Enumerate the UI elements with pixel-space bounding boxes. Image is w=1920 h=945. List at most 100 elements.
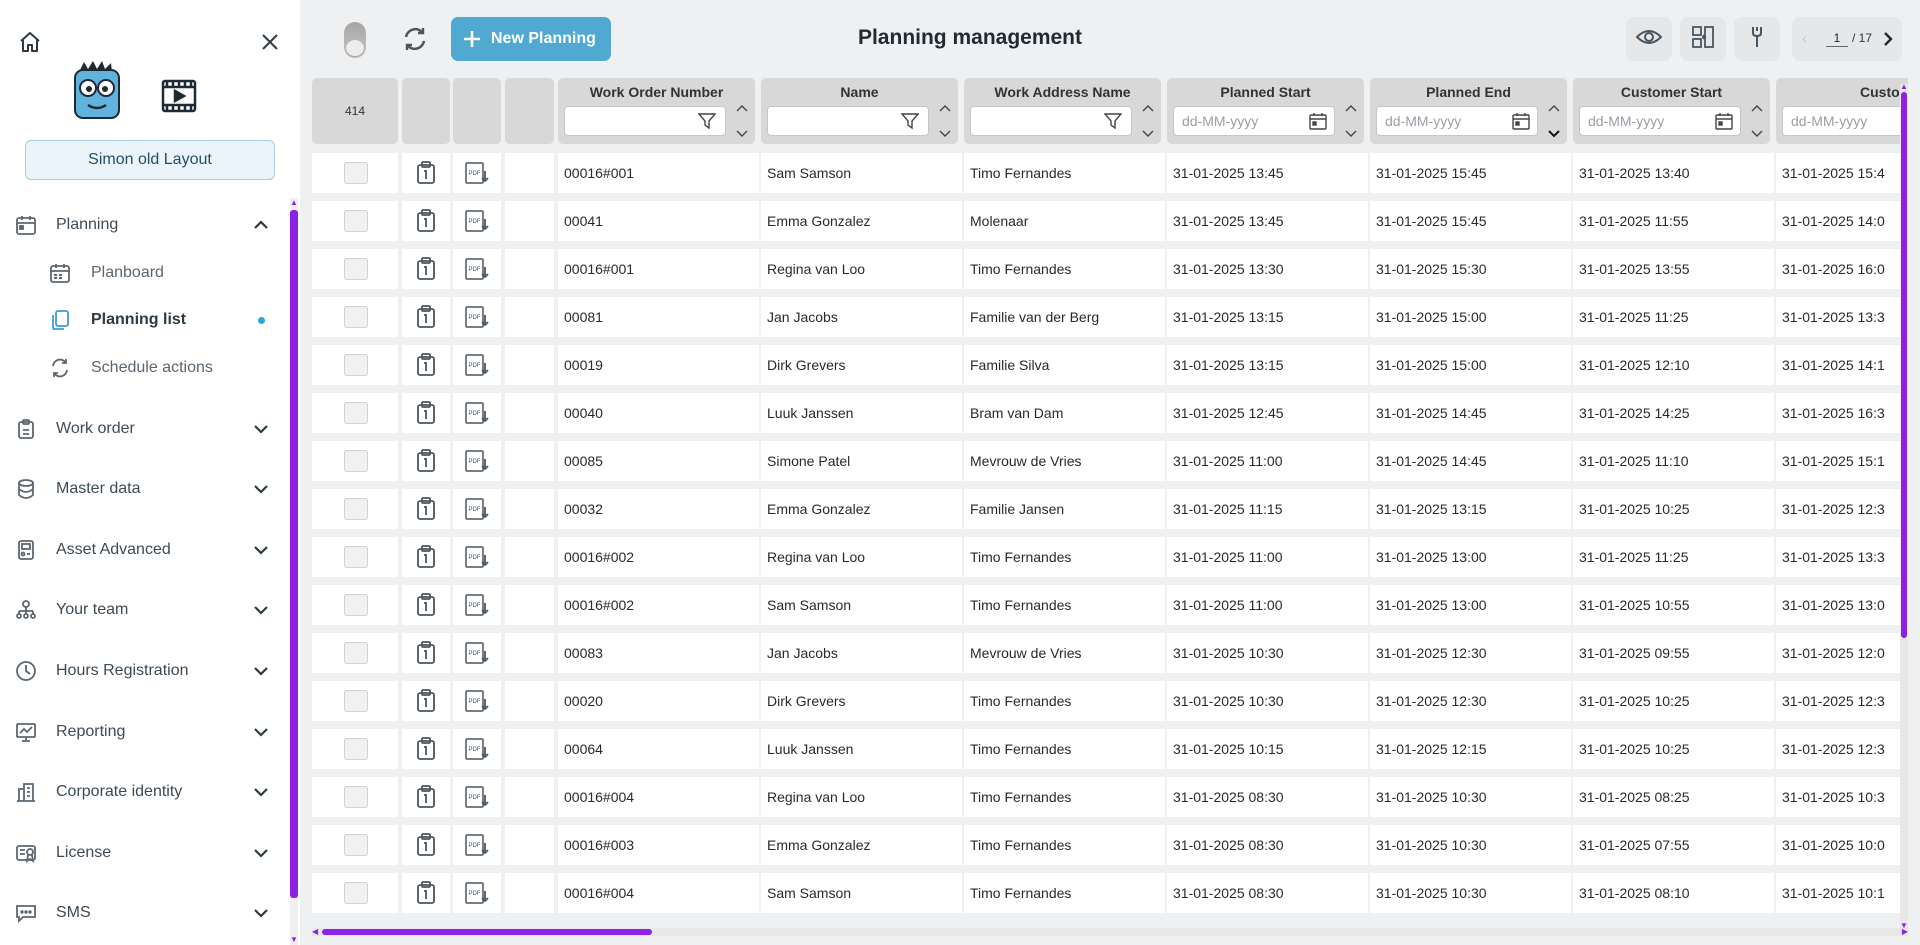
sidebar-item-schedule-actions[interactable]: Schedule actions xyxy=(0,348,288,388)
clipboard-icon[interactable] xyxy=(402,881,450,905)
calendar-icon[interactable] xyxy=(1512,112,1530,130)
sort-toggle[interactable] xyxy=(937,104,953,138)
pdf-download-icon[interactable]: PDF xyxy=(453,305,501,329)
previous-page-icon[interactable]: ‹ xyxy=(1802,30,1807,46)
row-checkbox[interactable] xyxy=(344,594,368,616)
clipboard-icon[interactable] xyxy=(402,209,450,233)
pdf-download-icon[interactable]: PDF xyxy=(453,353,501,377)
row-checkbox[interactable] xyxy=(344,738,368,760)
pdf-download-icon[interactable]: PDF xyxy=(453,641,501,665)
scroll-right-icon[interactable]: ▶ xyxy=(1902,927,1908,936)
chevron-down-icon[interactable] xyxy=(250,721,272,743)
pdf-download-icon[interactable]: PDF xyxy=(453,593,501,617)
sidebar-item-asset-advanced[interactable]: Asset Advanced xyxy=(0,528,288,572)
sidebar-item-planning[interactable]: Planning xyxy=(0,203,288,247)
sidebar-item-your-team[interactable]: Your team xyxy=(0,588,288,632)
pdf-download-icon[interactable]: PDF xyxy=(453,449,501,473)
column-header-work-address-name[interactable]: Work Address Name xyxy=(964,78,1161,144)
row-checkbox[interactable] xyxy=(344,498,368,520)
grid-horizontal-scrollbar-thumb[interactable] xyxy=(322,929,652,935)
row-checkbox[interactable] xyxy=(344,258,368,280)
table-row[interactable]: PDF 00016#002 Regina van Loo Timo Fernandes… xyxy=(312,537,1908,577)
sidebar-scrollbar[interactable]: ▲ ▼ xyxy=(290,198,298,945)
row-checkbox[interactable] xyxy=(344,210,368,232)
sidebar-item-planning-list[interactable]: Planning list xyxy=(0,300,288,340)
clipboard-icon[interactable] xyxy=(402,449,450,473)
customer-end-date-input[interactable] xyxy=(1782,106,1908,136)
clipboard-icon[interactable] xyxy=(402,833,450,857)
page-number-input[interactable] xyxy=(1826,29,1848,47)
sidebar-scrollbar-thumb[interactable] xyxy=(290,210,298,898)
pdf-download-icon[interactable]: PDF xyxy=(453,209,501,233)
table-row[interactable]: PDF 00083 Jan Jacobs Mevrouw de Vries 31-01-… xyxy=(312,633,1908,673)
pdf-download-icon[interactable]: PDF xyxy=(453,737,501,761)
column-header-work-order-number[interactable]: Work Order Number xyxy=(558,78,755,144)
video-tutorial-icon[interactable] xyxy=(158,76,200,116)
tools-button[interactable] xyxy=(1734,17,1780,61)
clipboard-icon[interactable] xyxy=(402,593,450,617)
row-checkbox[interactable] xyxy=(344,834,368,856)
clipboard-icon[interactable] xyxy=(402,305,450,329)
column-layout-button[interactable] xyxy=(1680,17,1726,61)
sidebar-item-corporate-identity[interactable]: Corporate identity xyxy=(0,770,288,814)
table-row[interactable]: PDF 00016#004 Sam Samson Timo Fernandes 31-0… xyxy=(312,873,1908,913)
scroll-left-icon[interactable]: ◀ xyxy=(312,927,318,936)
clipboard-icon[interactable] xyxy=(402,641,450,665)
sidebar-item-license[interactable]: License xyxy=(0,831,288,875)
clipboard-icon[interactable] xyxy=(402,161,450,185)
pdf-download-icon[interactable]: PDF xyxy=(453,785,501,809)
sidebar-item-hours-registration[interactable]: Hours Registration xyxy=(0,649,288,693)
table-row[interactable]: PDF 00019 Dirk Grevers Familie Silva 31-01-2… xyxy=(312,345,1908,385)
column-header-customer-start[interactable]: Customer Start xyxy=(1573,78,1770,144)
table-row[interactable]: PDF 00020 Dirk Grevers Timo Fernandes 31-01-… xyxy=(312,681,1908,721)
close-icon[interactable] xyxy=(254,26,286,58)
clipboard-icon[interactable] xyxy=(402,545,450,569)
filter-icon[interactable] xyxy=(698,112,716,130)
home-icon[interactable] xyxy=(14,26,46,58)
clipboard-icon[interactable] xyxy=(402,257,450,281)
table-row[interactable]: PDF 00064 Luuk Janssen Timo Fernandes 31-01-… xyxy=(312,729,1908,769)
scroll-down-icon[interactable]: ▼ xyxy=(290,935,298,945)
row-checkbox[interactable] xyxy=(344,162,368,184)
sidebar-item-sms[interactable]: SMS xyxy=(0,891,288,935)
row-checkbox[interactable] xyxy=(344,690,368,712)
pdf-download-icon[interactable]: PDF xyxy=(453,881,501,905)
table-row[interactable]: PDF 00016#001 Sam Samson Timo Fernandes 31-0… xyxy=(312,153,1908,193)
pdf-download-icon[interactable]: PDF xyxy=(453,545,501,569)
layout-selector-button[interactable]: Simon old Layout xyxy=(25,140,275,180)
table-row[interactable]: PDF 00016#002 Sam Samson Timo Fernandes 31-0… xyxy=(312,585,1908,625)
clipboard-icon[interactable] xyxy=(402,689,450,713)
table-row[interactable]: PDF 00032 Emma Gonzalez Familie Jansen 31-01… xyxy=(312,489,1908,529)
sidebar-item-reporting[interactable]: Reporting xyxy=(0,710,288,754)
chevron-down-icon[interactable] xyxy=(250,478,272,500)
column-header-planned-end[interactable]: Planned End xyxy=(1370,78,1567,144)
table-row[interactable]: PDF 00016#003 Emma Gonzalez Timo Fernandes 3… xyxy=(312,825,1908,865)
clipboard-icon[interactable] xyxy=(402,737,450,761)
toggle-switch[interactable] xyxy=(344,22,366,58)
chevron-down-icon[interactable] xyxy=(250,418,272,440)
table-row[interactable]: PDF 00016#004 Regina van Loo Timo Fernandes… xyxy=(312,777,1908,817)
new-planning-button[interactable]: New Planning xyxy=(451,17,611,61)
table-row[interactable]: PDF 00081 Jan Jacobs Familie van der Berg 31… xyxy=(312,297,1908,337)
row-checkbox[interactable] xyxy=(344,450,368,472)
pdf-download-icon[interactable]: PDF xyxy=(453,833,501,857)
row-checkbox[interactable] xyxy=(344,402,368,424)
table-row[interactable]: PDF 00041 Emma Gonzalez Molenaar 31-01-2025 … xyxy=(312,201,1908,241)
sort-toggle[interactable] xyxy=(1546,104,1562,138)
scroll-up-icon[interactable]: ▲ xyxy=(1900,82,1908,91)
grid-vertical-scrollbar-thumb[interactable] xyxy=(1901,92,1907,638)
grid-vertical-scrollbar[interactable]: ▲ ▼ xyxy=(1900,82,1908,930)
pdf-download-icon[interactable]: PDF xyxy=(453,257,501,281)
sort-toggle[interactable] xyxy=(1140,104,1156,138)
visibility-button[interactable] xyxy=(1626,17,1672,61)
row-checkbox[interactable] xyxy=(344,546,368,568)
filter-icon[interactable] xyxy=(901,112,919,130)
clipboard-icon[interactable] xyxy=(402,497,450,521)
chevron-down-icon[interactable] xyxy=(250,842,272,864)
row-checkbox[interactable] xyxy=(344,642,368,664)
column-header-planned-start[interactable]: Planned Start xyxy=(1167,78,1364,144)
table-row[interactable]: PDF 00085 Simone Patel Mevrouw de Vries 31-0… xyxy=(312,441,1908,481)
sort-toggle[interactable] xyxy=(1343,104,1359,138)
column-header-customer-end[interactable]: Customer xyxy=(1776,78,1908,144)
sort-toggle[interactable] xyxy=(1749,104,1765,138)
